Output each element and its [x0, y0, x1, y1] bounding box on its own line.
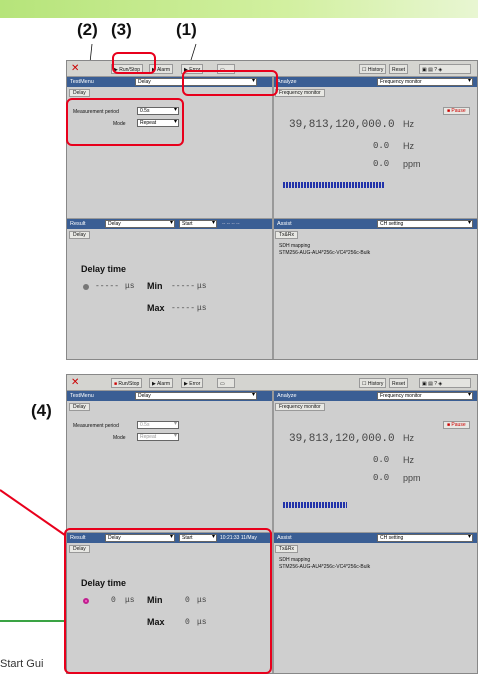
ppm-unit: ppm [403, 159, 421, 169]
sdh-label: SDH mapping [279, 557, 311, 563]
mode-select[interactable]: Repeat [137, 433, 179, 441]
ppm-value: 0.0 [373, 159, 390, 169]
level-bar [283, 502, 347, 508]
divider [67, 218, 477, 219]
tab-frequency-monitor[interactable]: Frequency monitor [275, 89, 325, 97]
tab-delay[interactable]: Delay [69, 403, 90, 411]
min-unit: μs [197, 282, 207, 291]
tab-txrx[interactable]: Tx&Rx [275, 231, 298, 239]
test-select[interactable]: Delay [135, 392, 257, 400]
hz-value: 0.0 [373, 141, 390, 151]
meas-label: Measurement period [73, 423, 119, 429]
sdh-value: STM256-AUG-AU4*256c-VC4*256c-Bulk [279, 564, 371, 570]
min-label: Min [147, 281, 163, 291]
tab-frequency-monitor[interactable]: Frequency monitor [275, 403, 325, 411]
max-value: ----- [171, 304, 196, 313]
tool-icons[interactable]: ▣ ▤ ? ◈ [419, 378, 471, 388]
freq-value: 39,813,120,000.0 [289, 119, 395, 131]
ppm-unit: ppm [403, 473, 421, 483]
sdh-label: SDH mapping [279, 243, 311, 249]
layout-icon[interactable]: ▭ [217, 378, 235, 388]
hz-value: 0.0 [373, 455, 390, 465]
start-select[interactable]: Start [179, 220, 217, 228]
highlight-result [64, 528, 272, 674]
hz-unit: Hz [403, 141, 414, 151]
freq-unit: Hz [403, 433, 414, 443]
app-icon: ✕ [71, 63, 80, 74]
run-stop-button[interactable]: ■ Run/Stop [111, 378, 143, 388]
delay-time-label: Delay time [81, 264, 127, 274]
freq-unit: Hz [403, 119, 414, 129]
analyze-select[interactable]: Frequency monitor [377, 78, 473, 86]
status-led [83, 284, 89, 290]
level-bar [283, 182, 385, 188]
current-value: ----- [95, 282, 120, 291]
result-select[interactable]: Delay [105, 220, 175, 228]
pause-button[interactable]: ■ Pause [443, 107, 470, 115]
pause-button[interactable]: ■ Pause [443, 421, 470, 429]
min-value: ----- [171, 282, 196, 291]
start-time: -- -- -- -- [222, 221, 240, 227]
ppm-value: 0.0 [373, 473, 390, 483]
max-label: Max [147, 303, 165, 313]
max-unit: μs [197, 304, 207, 313]
assist-select[interactable]: CH setting [377, 534, 473, 542]
alarm-button[interactable]: ▶ Alarm [149, 378, 174, 388]
tool-icons[interactable]: ▣ ▤ ? ◈ [419, 64, 471, 74]
history-checkbox[interactable]: ☐ History [359, 378, 387, 388]
freq-value: 39,813,120,000.0 [289, 433, 395, 445]
highlight-run-stop [112, 52, 156, 74]
reset-button[interactable]: Reset [389, 378, 409, 388]
tab-delay[interactable]: Delay [69, 89, 90, 97]
footer-text: Start Gui [0, 658, 44, 670]
meas-select[interactable]: 0.5s [137, 421, 179, 429]
hz-unit: Hz [403, 455, 414, 465]
app-icon: ✕ [71, 377, 80, 388]
history-checkbox[interactable]: ☐ History [359, 64, 387, 74]
highlight-measurement [66, 98, 184, 146]
tab-txrx[interactable]: Tx&Rx [275, 545, 298, 553]
assist-select[interactable]: CH setting [377, 220, 473, 228]
highlight-test-select [182, 70, 278, 96]
mode-label: Mode [113, 435, 126, 441]
error-button[interactable]: ▶ Error [181, 378, 204, 388]
reset-button[interactable]: Reset [389, 64, 409, 74]
analyze-select[interactable]: Frequency monitor [377, 392, 473, 400]
toolbar: ✕ ■ Run/Stop ▶ Alarm ▶ Error ▭ ☐ History… [67, 375, 477, 391]
sdh-value: STM256-AUG-AU4*256c-VC4*256c-Bulk [279, 250, 371, 256]
tab-delay-result[interactable]: Delay [69, 231, 90, 239]
current-unit: μs [125, 282, 135, 291]
